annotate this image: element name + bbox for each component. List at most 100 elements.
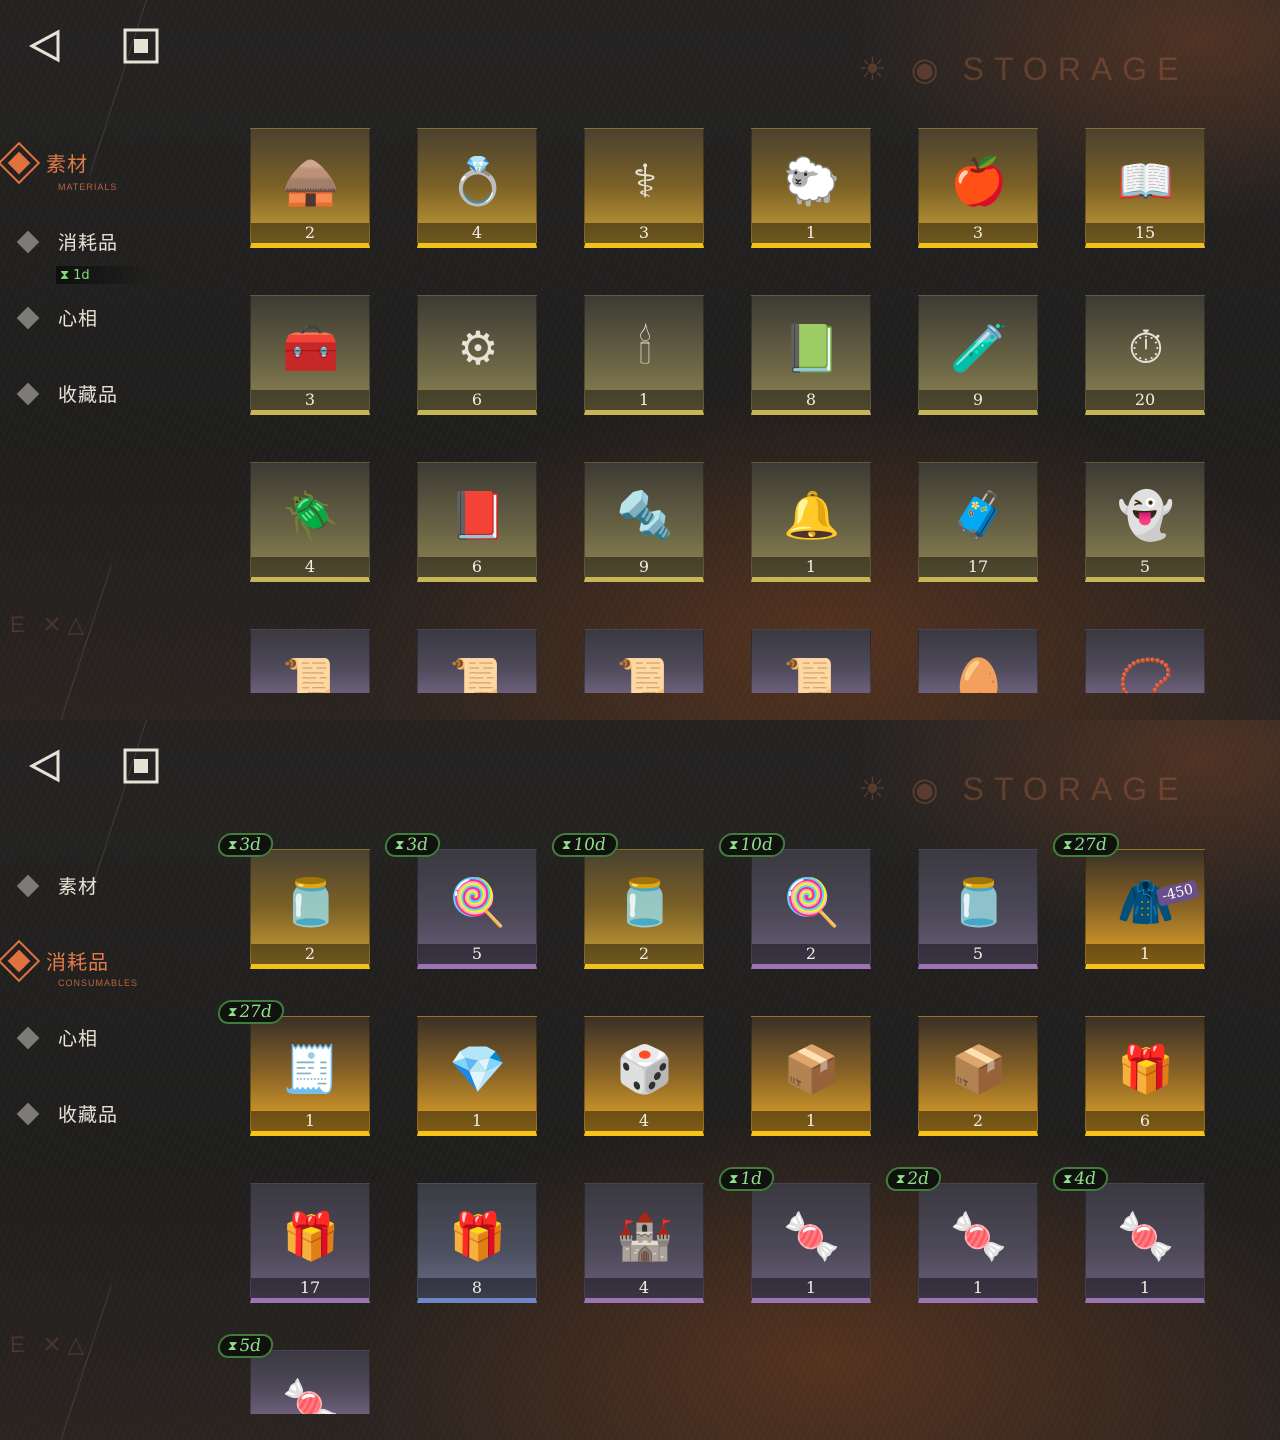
item-count: 1 bbox=[251, 1111, 369, 1131]
nav-item-consumables[interactable]: 消耗品 bbox=[0, 939, 109, 983]
firefly-icon: 🪲 bbox=[282, 487, 340, 542]
nav-item-collectibles[interactable]: 收藏品 bbox=[14, 1100, 118, 1127]
back-button[interactable] bbox=[26, 746, 66, 786]
nav-item-consumables[interactable]: 消耗品 bbox=[14, 228, 118, 255]
home-button[interactable] bbox=[123, 748, 159, 784]
inventory-item-wrapped-candy[interactable]: 🍬 1 bbox=[1085, 1183, 1205, 1303]
hourglass-icon: ⧗ bbox=[226, 1338, 239, 1354]
leather-tome-icon: 📕 bbox=[449, 487, 507, 542]
expire-value: 10d bbox=[738, 835, 775, 855]
expire-value: 5d bbox=[237, 1336, 263, 1356]
nav-item-materials[interactable]: 素材 bbox=[14, 872, 98, 899]
inventory-item-tailor-mannequin[interactable]: 🧥 -450 1 bbox=[1085, 849, 1205, 969]
inventory-item-wooden-crate[interactable]: 📦 1 bbox=[751, 1016, 871, 1136]
inventory-item-serpent-apple[interactable]: 🍎 3 bbox=[918, 128, 1038, 248]
inventory-item-scroll-orange[interactable]: 📜 bbox=[751, 629, 871, 693]
item-count: 20 bbox=[1086, 390, 1204, 410]
expire-badge: ⧗ 27d bbox=[1051, 833, 1121, 857]
eye-icon: ◉ bbox=[910, 51, 949, 87]
inventory-item-ouija-board[interactable]: 🕯 1 bbox=[584, 295, 704, 415]
silver-bullets-icon: 🔩 bbox=[616, 487, 674, 542]
back-button[interactable] bbox=[26, 26, 66, 66]
expire-badge: ⧗ 27d bbox=[216, 1000, 286, 1024]
inventory-item-firefly[interactable]: 🪲 4 bbox=[250, 462, 370, 582]
nav-label: 收藏品 bbox=[58, 384, 119, 406]
expire-value: 1d bbox=[738, 1169, 764, 1189]
inventory-item-pocket-watch[interactable]: ⏱ 20 bbox=[1085, 295, 1205, 415]
inventory-item-scroll-green[interactable]: 📜 bbox=[417, 629, 537, 693]
bell-jar-icon: 🔔 bbox=[783, 487, 841, 542]
inventory-item-amulet[interactable]: 📿 bbox=[1085, 629, 1205, 693]
amulet-icon: 📿 bbox=[1117, 654, 1175, 694]
inventory-item-candy-jar[interactable]: 🫙 5 bbox=[918, 849, 1038, 969]
crystal-shard-icon: 💎 bbox=[449, 1041, 507, 1096]
inventory-item-leather-tome[interactable]: 📕 6 bbox=[417, 462, 537, 582]
inventory-item-lollipops[interactable]: 🍭 2 bbox=[751, 849, 871, 969]
green-tablet-icon: 📗 bbox=[783, 320, 841, 375]
nav-item-mind[interactable]: 心相 bbox=[14, 304, 98, 331]
item-count: 5 bbox=[919, 944, 1037, 964]
decor-symbols: E ✕△ bbox=[10, 1332, 91, 1357]
inventory-item-wrapped-candy[interactable]: 🍬 1 bbox=[918, 1183, 1038, 1303]
item-count: 4 bbox=[418, 223, 536, 243]
inventory-item-wrapped-candy[interactable]: 🍬 1 bbox=[751, 1183, 871, 1303]
item-count: 4 bbox=[585, 1111, 703, 1131]
inventory-item-wrapped-candy[interactable]: 🍬 bbox=[250, 1350, 370, 1414]
inventory-item-scroll-blue[interactable]: 📜 bbox=[584, 629, 704, 693]
inventory-item-astrolabe[interactable]: ⚙ 6 bbox=[417, 295, 537, 415]
inventory-item-parcel[interactable]: 🎁 17 bbox=[250, 1183, 370, 1303]
storage-panel-materials: ☀ ◉ STORAGE E ✕△ 素材 MATERIALS 消耗品 ⧗ 1d 心… bbox=[0, 0, 1280, 720]
heart-egg-icon: 🥚 bbox=[950, 654, 1008, 694]
nav-label: 消耗品 bbox=[46, 949, 109, 974]
inventory-item-shopping-list[interactable]: 🧾 1 bbox=[250, 1016, 370, 1136]
inventory-item-candy-jar[interactable]: 🫙 2 bbox=[584, 849, 704, 969]
parcel-icon: 🎁 bbox=[449, 1208, 507, 1263]
inventory-item-crystal-shard[interactable]: 💎 1 bbox=[417, 1016, 537, 1136]
inventory-item-haunted-cabin[interactable]: 🛖 2 bbox=[250, 128, 370, 248]
inventory-item-parcel[interactable]: 🎁 6 bbox=[1085, 1016, 1205, 1136]
inventory-item-winged-caduceus[interactable]: ⚕ 3 bbox=[584, 128, 704, 248]
nav-item-materials[interactable]: 素材 bbox=[0, 141, 88, 185]
item-count: 1 bbox=[752, 223, 870, 243]
scroll-red-icon: 📜 bbox=[282, 654, 340, 694]
back-arrow-icon bbox=[28, 29, 60, 63]
expire-value: 4d bbox=[1072, 1169, 1098, 1189]
candy-jar-icon: 🫙 bbox=[950, 874, 1008, 929]
expire-badge: ⧗ 10d bbox=[717, 833, 787, 857]
nav-label: 心相 bbox=[58, 308, 99, 330]
inventory-item-green-tablet[interactable]: 📗 8 bbox=[751, 295, 871, 415]
diamond-icon bbox=[16, 874, 40, 897]
inventory-item-parcel[interactable]: 🎁 8 bbox=[417, 1183, 537, 1303]
nav-label: 素材 bbox=[58, 876, 99, 898]
inventory-item-ghost-sheet[interactable]: 👻 5 bbox=[1085, 462, 1205, 582]
nav-label: 素材 bbox=[46, 151, 88, 176]
inventory-item-hand-box[interactable]: 🧳 17 bbox=[918, 462, 1038, 582]
home-button[interactable] bbox=[123, 28, 159, 64]
inventory-item-sand-castle[interactable]: 🏰 4 bbox=[584, 1183, 704, 1303]
decor-line bbox=[89, 0, 152, 176]
inventory-item-open-book[interactable]: 📖 15 bbox=[1085, 128, 1205, 248]
decor-line bbox=[89, 720, 152, 896]
nav-item-collectibles[interactable]: 收藏品 bbox=[14, 380, 118, 407]
inventory-item-scroll-red[interactable]: 📜 bbox=[250, 629, 370, 693]
hourglass-icon: ⧗ bbox=[1061, 837, 1074, 853]
inventory-item-heart-egg[interactable]: 🥚 bbox=[918, 629, 1038, 693]
inventory-item-rune-crate[interactable]: 🎲 4 bbox=[584, 1016, 704, 1136]
item-count: 2 bbox=[919, 1111, 1037, 1131]
sun-icon: ☀ bbox=[858, 771, 897, 807]
inventory-item-wooden-crate[interactable]: 📦 2 bbox=[918, 1016, 1038, 1136]
purple-potion-icon: 🧪 bbox=[950, 320, 1008, 375]
inventory-item-golden-ring[interactable]: 💍 4 bbox=[417, 128, 537, 248]
nav-item-mind[interactable]: 心相 bbox=[14, 1024, 98, 1051]
inventory-item-golden-sheep[interactable]: 🐑 1 bbox=[751, 128, 871, 248]
inventory-item-root-chest[interactable]: 🧰 3 bbox=[250, 295, 370, 415]
inventory-item-candy-jar[interactable]: 🫙 2 bbox=[250, 849, 370, 969]
item-count: 1 bbox=[418, 1111, 536, 1131]
inventory-item-lollipops[interactable]: 🍭 5 bbox=[417, 849, 537, 969]
inventory-item-bell-jar[interactable]: 🔔 1 bbox=[751, 462, 871, 582]
expire-value: 3d bbox=[237, 835, 263, 855]
inventory-item-silver-bullets[interactable]: 🔩 9 bbox=[584, 462, 704, 582]
nav-label: 收藏品 bbox=[58, 1104, 119, 1126]
inventory-item-purple-potion[interactable]: 🧪 9 bbox=[918, 295, 1038, 415]
item-count: 17 bbox=[251, 1278, 369, 1298]
